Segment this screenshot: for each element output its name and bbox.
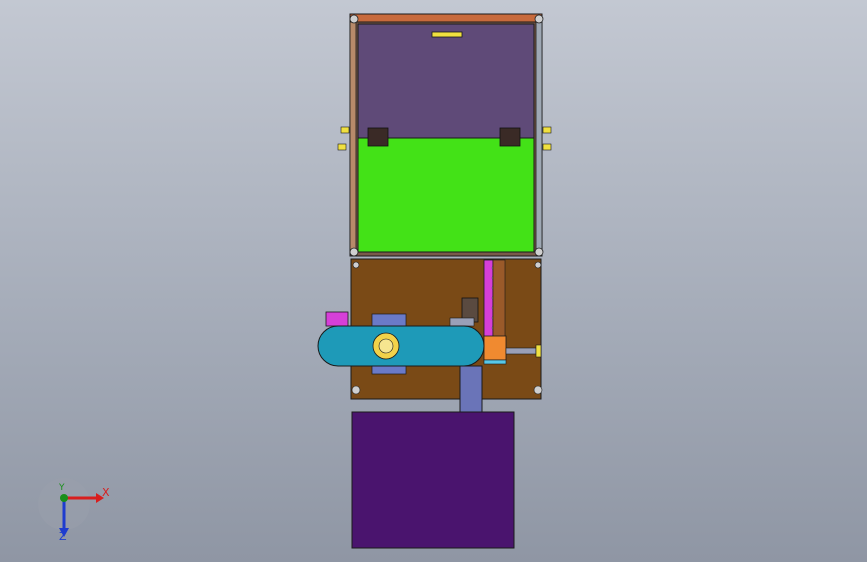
magenta-tab [325,311,349,327]
z-axis-label: Z [59,530,67,543]
pin-left-lower [337,143,347,151]
corner-bolt [534,247,544,257]
foot [351,385,361,395]
cylinder-rod [505,347,537,355]
enclosure-left-post [349,21,357,255]
arm-hub-inner [378,338,394,354]
bracket [449,317,475,327]
pin-right-upper [542,126,552,134]
rotary-arm[interactable] [317,325,485,367]
corner-bolt [349,14,359,24]
green-panel [357,137,535,253]
hinge-left [367,127,389,147]
cylinder-cap [535,344,542,358]
clamp-top [371,313,407,327]
corner-bolt [349,247,359,257]
y-axis-label: Y [59,483,65,493]
orange-block [483,335,507,361]
cad-viewport[interactable]: X Y Z [0,0,867,562]
support-column [459,365,483,419]
assembly-drawing[interactable] [0,0,867,562]
enclosure-right-post [535,21,543,255]
upper-enclosure[interactable] [337,13,552,257]
pink-rail [483,259,494,343]
foot [352,261,360,269]
lower-cabinet[interactable] [351,411,515,549]
pin-left-upper [340,126,350,134]
purple-panel [357,23,535,139]
corner-bolt [534,14,544,24]
handle [431,31,463,38]
y-axis-icon [60,494,68,502]
hinge-right [499,127,521,147]
blue-arm [317,325,485,367]
axis-triad [38,478,104,537]
foot [533,385,543,395]
pin-right-lower [542,143,552,151]
x-axis-label: X [102,486,110,499]
mount-strip [483,359,507,365]
rail-guide [492,259,506,339]
foot [534,261,542,269]
enclosure-top-rail [349,13,543,23]
